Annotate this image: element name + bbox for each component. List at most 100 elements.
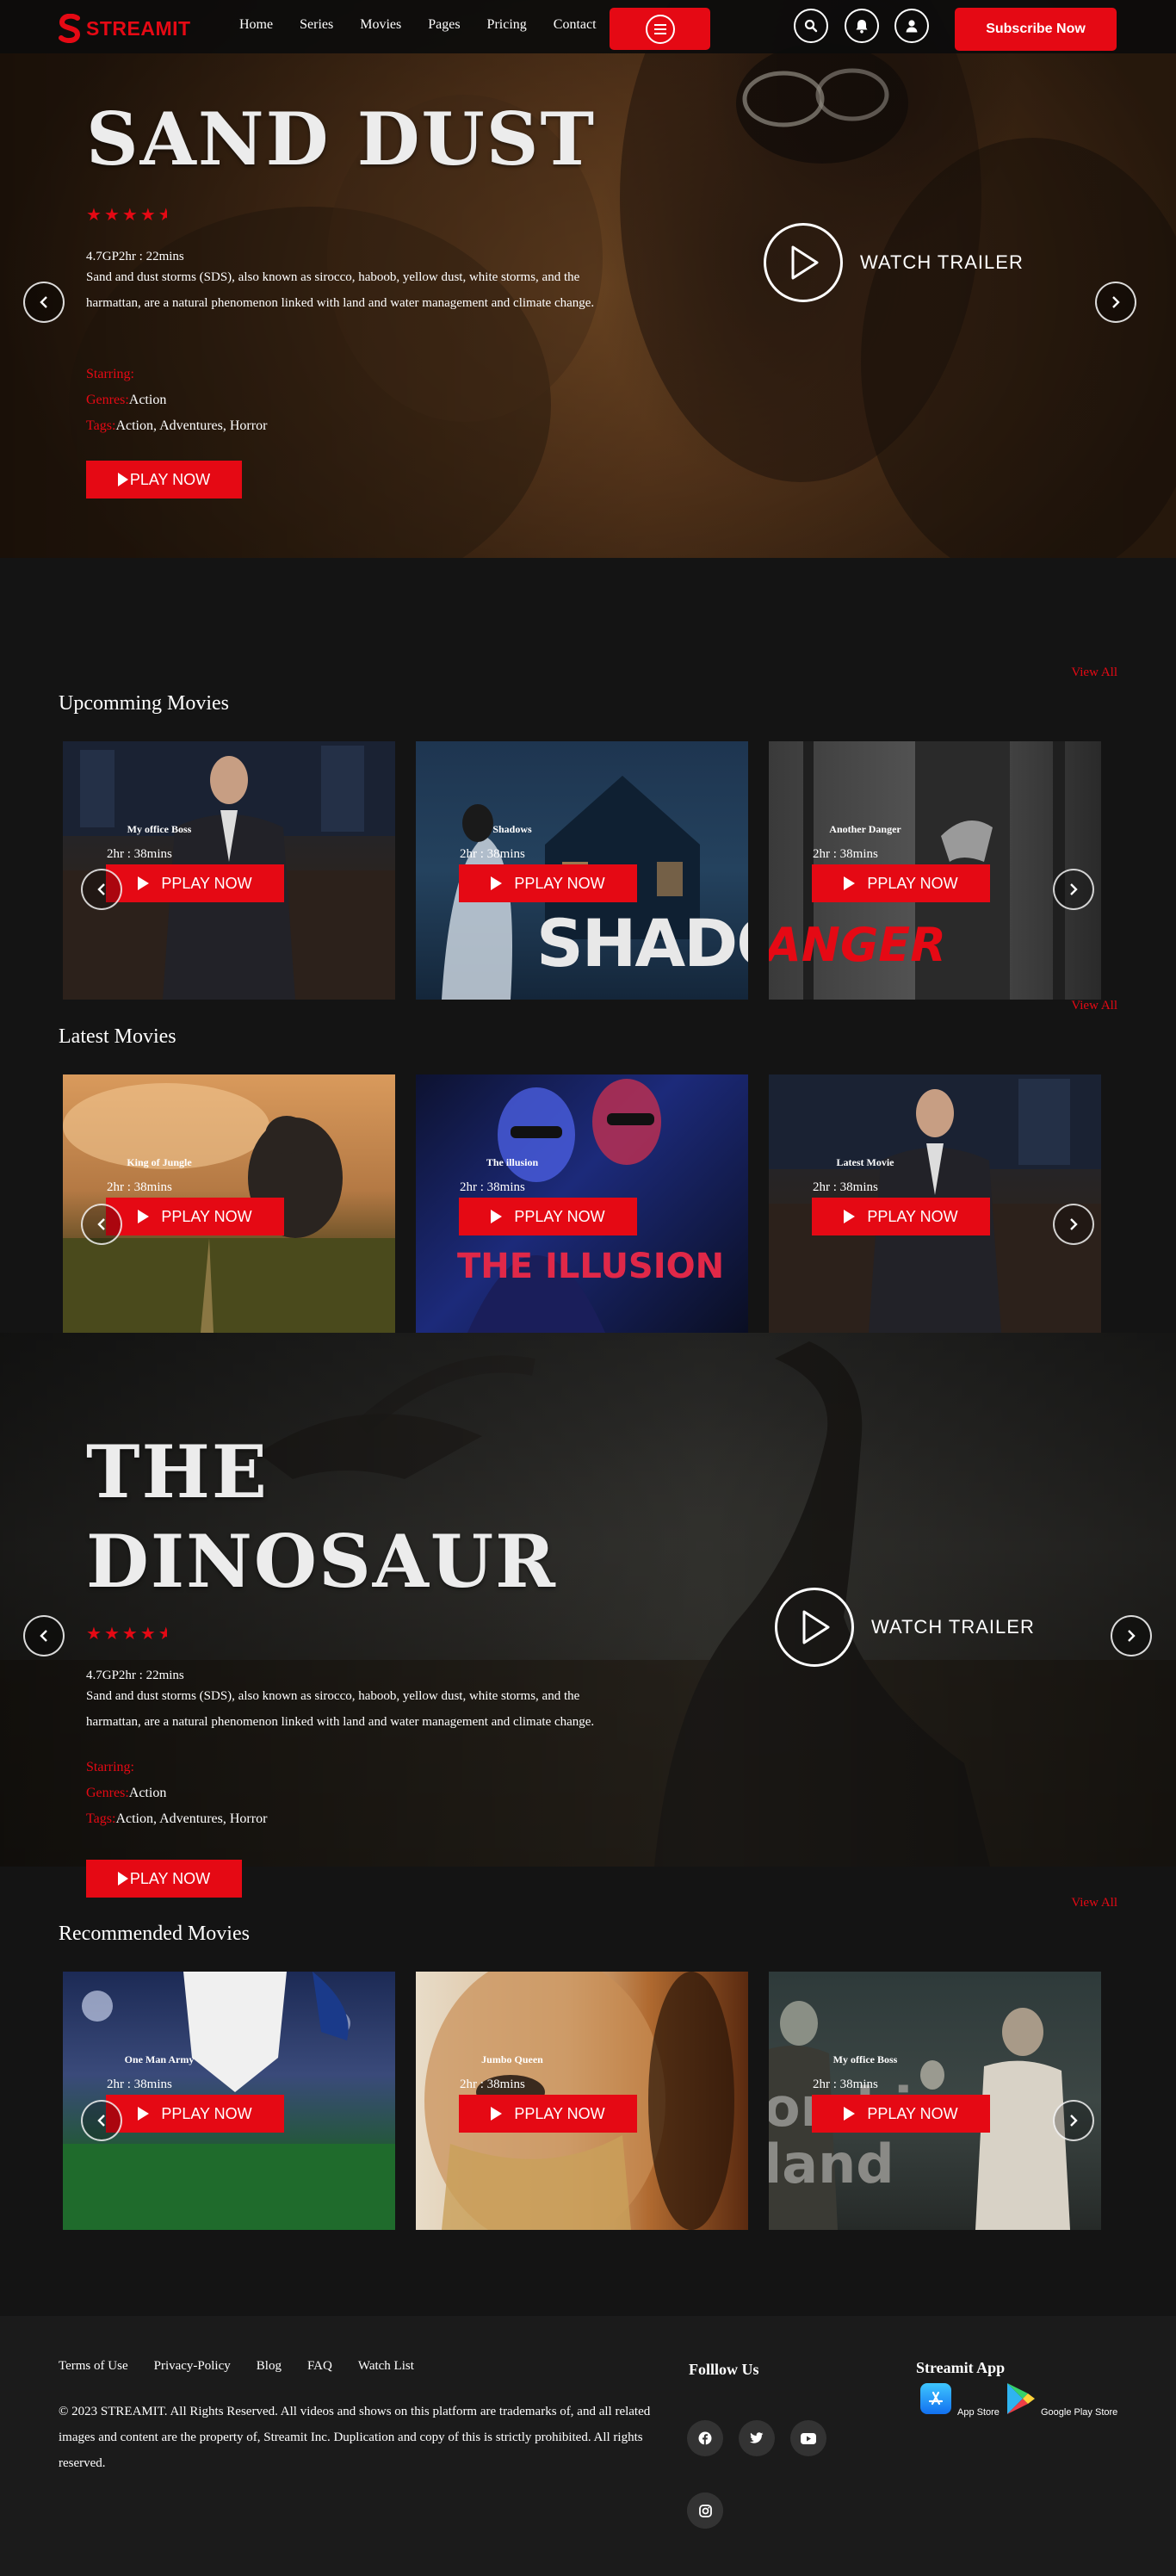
upcoming-next-button[interactable] — [1053, 869, 1094, 910]
card-duration: 2hr : 38mins — [107, 847, 172, 861]
nav-pricing[interactable]: Pricing — [487, 17, 527, 33]
card-play-button[interactable]: PPLAY NOW — [106, 1198, 284, 1235]
hero-description: Sand and dust storms (SDS), also known a… — [86, 270, 595, 310]
recommended-next-button[interactable] — [1053, 2100, 1094, 2141]
card-title: Latest Movie — [836, 1156, 894, 1168]
twitter-button[interactable] — [739, 2420, 775, 2456]
watch-trailer-label: WATCH TRAILER — [860, 251, 1024, 273]
latest-next-button[interactable] — [1053, 1204, 1094, 1245]
card-title: Jumbo Queen — [481, 2053, 543, 2065]
star-icon: ★ — [103, 1625, 120, 1644]
card-title: King of Jungle — [127, 1156, 192, 1168]
facebook-icon — [698, 2431, 712, 2445]
movie-card[interactable]: SHADOV Shadows 2hr : 38mins PPLAY NOW — [416, 741, 748, 1000]
twitter-icon — [750, 2432, 764, 2443]
hero-prev-button[interactable] — [23, 1615, 65, 1656]
card-play-button[interactable]: PPLAY NOW — [459, 2095, 637, 2133]
top-navbar: STREAMIT Home Series Movies Pages Pricin… — [0, 0, 1176, 53]
google-play-icon[interactable] — [1006, 2381, 1037, 2416]
upcoming-view-all-link[interactable]: View All — [1071, 666, 1117, 680]
hero-tags: Tags:Action, Adventures, Horror — [86, 418, 267, 434]
hero-next-button[interactable] — [1111, 1615, 1152, 1656]
nav-contact[interactable]: Contact — [554, 17, 597, 33]
genres-value: Action — [128, 1786, 167, 1800]
card-play-button[interactable]: PPLAY NOW — [459, 1198, 637, 1235]
card-play-button[interactable]: PPLAY NOW — [106, 2095, 284, 2133]
starring-label: Starring: — [86, 1760, 134, 1774]
streamit-app-title: Streamit App — [916, 2359, 1006, 2376]
star-icon: ★ — [139, 206, 156, 225]
recommended-prev-button[interactable] — [81, 2100, 122, 2141]
hero-slider-sand-dust: SAND DUST ★ ★ ★ ★ ★ 4.7GP2hr : 22mins Sa… — [0, 0, 1176, 558]
nav-movies[interactable]: Movies — [360, 17, 401, 33]
card-play-button[interactable]: PPLAY NOW — [459, 864, 637, 902]
play-icon — [844, 876, 856, 890]
brand-logo[interactable]: STREAMIT — [59, 14, 191, 43]
hero-prev-button[interactable] — [23, 282, 65, 323]
youtube-button[interactable] — [790, 2420, 826, 2456]
card-title: The illusion — [486, 1156, 539, 1168]
card-duration: 2hr : 38mins — [813, 1180, 878, 1194]
footer-link-privacy[interactable]: Privacy-Policy — [154, 2359, 231, 2374]
nav-home[interactable]: Home — [239, 17, 273, 33]
site-footer: Terms of Use Privacy-Policy Blog FAQ Wat… — [0, 2316, 1176, 2576]
google-play-label[interactable]: Google Play Store — [1041, 2407, 1117, 2418]
instagram-button[interactable] — [687, 2492, 723, 2529]
chevron-right-icon — [1070, 883, 1078, 895]
card-play-button[interactable]: PPLAY NOW — [812, 2095, 990, 2133]
hero-slider-the-dinosaur: THE DINOSAUR ★ ★ ★ ★ ★ 4.7GP2hr : 22mins… — [0, 1333, 1176, 1867]
upcoming-prev-button[interactable] — [81, 869, 122, 910]
card-play-label: PPLAY NOW — [161, 1207, 252, 1225]
search-button[interactable] — [794, 9, 828, 43]
card-play-button[interactable]: PPLAY NOW — [812, 864, 990, 902]
follow-us-title: Folllow Us — [689, 2361, 759, 2378]
brand-name: STREAMIT — [86, 16, 191, 40]
user-profile-button[interactable] — [894, 9, 929, 43]
movie-card[interactable]: Latest Movie 2hr : 38mins PPLAY NOW — [769, 1074, 1101, 1333]
watch-trailer-button[interactable]: WATCH TRAILER — [764, 223, 1024, 302]
latest-prev-button[interactable] — [81, 1204, 122, 1245]
movie-card[interactable]: One Man Army 2hr : 38mins PPLAY NOW — [63, 1972, 395, 2230]
recommended-view-all-link[interactable]: View All — [1071, 1896, 1117, 1910]
youtube-icon — [801, 2432, 816, 2444]
movie-card[interactable]: Jumbo Queen 2hr : 38mins PPLAY NOW — [416, 1972, 748, 2230]
card-title: Another Danger — [829, 823, 901, 835]
logo-s-icon — [59, 14, 81, 43]
movie-card[interactable]: THE ILLUSION The illusion 2hr : 38mins P… — [416, 1074, 748, 1333]
tags-value: Action, Adventures, Horror — [115, 1811, 268, 1826]
app-store-label[interactable]: App Store — [957, 2407, 1000, 2418]
nav-series[interactable]: Series — [300, 17, 333, 33]
notification-button[interactable] — [845, 9, 879, 43]
movie-card[interactable]: King of Jungle 2hr : 38mins PPLAY NOW — [63, 1074, 395, 1333]
card-duration: 2hr : 38mins — [460, 847, 525, 861]
app-store-button[interactable] — [920, 2383, 951, 2414]
hero-play-now-button[interactable]: PLAY NOW — [86, 1860, 242, 1898]
footer-link-terms[interactable]: Terms of Use — [59, 2359, 128, 2374]
hero-title: SAND DUST — [86, 96, 596, 182]
tags-label: Tags: — [86, 418, 116, 433]
poster-title-art: THE ILLUSION — [457, 1247, 725, 1286]
play-icon — [117, 473, 128, 486]
footer-link-faq[interactable]: FAQ — [307, 2359, 332, 2374]
card-duration: 2hr : 38mins — [460, 2078, 525, 2091]
footer-link-blog[interactable]: Blog — [257, 2359, 282, 2374]
card-play-button[interactable]: PPLAY NOW — [812, 1198, 990, 1235]
movie-card[interactable]: ANGER Another Danger 2hr : 38mins PPLAY … — [769, 741, 1101, 1000]
app-store-icon — [928, 2391, 944, 2406]
hero-play-now-button[interactable]: PLAY NOW — [86, 461, 242, 498]
hero-next-button[interactable] — [1095, 282, 1136, 323]
watch-trailer-button[interactable]: WATCH TRAILER — [775, 1588, 1035, 1667]
card-play-button[interactable]: PPLAY NOW — [106, 864, 284, 902]
subscribe-button[interactable]: Subscribe Now — [955, 8, 1117, 51]
star-icon: ★ — [86, 1625, 102, 1644]
footer-link-watch-list[interactable]: Watch List — [358, 2359, 414, 2374]
hamburger-menu-button[interactable] — [610, 8, 710, 50]
nav-pages[interactable]: Pages — [428, 17, 460, 33]
movie-card[interactable]: ombie land My office Boss 2hr : 38mins P… — [769, 1972, 1101, 2230]
card-play-label: PPLAY NOW — [867, 874, 958, 892]
facebook-button[interactable] — [687, 2420, 723, 2456]
star-icon: ★ — [86, 206, 102, 225]
movie-card[interactable]: My office Boss 2hr : 38mins PPLAY NOW — [63, 741, 395, 1000]
star-icon: ★ — [121, 206, 138, 225]
latest-view-all-link[interactable]: View All — [1071, 999, 1117, 1013]
